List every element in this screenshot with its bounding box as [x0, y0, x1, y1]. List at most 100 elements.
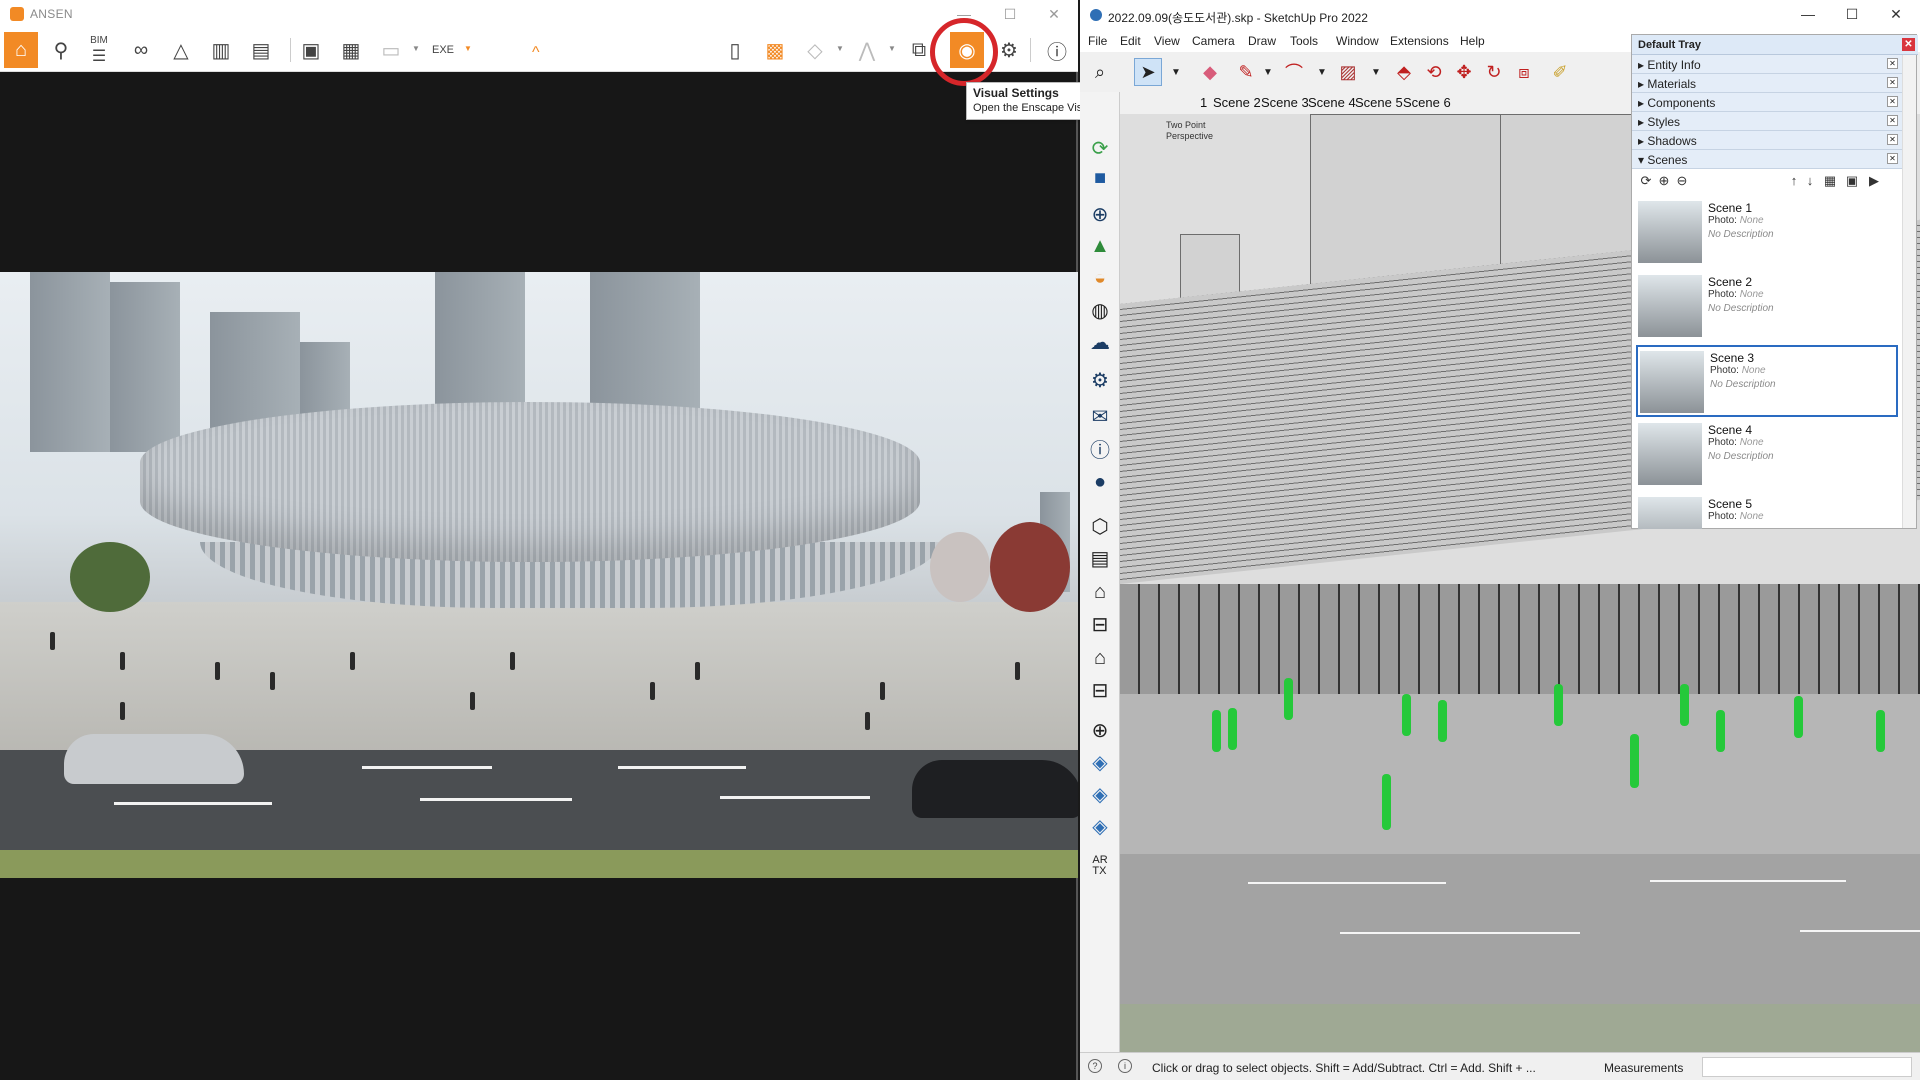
scene-list-item[interactable]: Scene 5 Photo: None [1636, 493, 1898, 529]
exe-export-button[interactable]: EXE [426, 32, 460, 68]
close-icon[interactable]: ✕ [1034, 4, 1074, 24]
menu-edit[interactable]: Edit [1120, 34, 1141, 48]
tray-section-styles[interactable]: ▸ Styles ✕ [1632, 112, 1902, 131]
sandbox-icon[interactable]: ◈ [1086, 812, 1114, 840]
scene-list-item[interactable]: Scene 1 Photo: None No Description [1636, 197, 1898, 269]
arc-icon[interactable]: ⌒ [1280, 58, 1308, 86]
menu-file[interactable]: File [1088, 34, 1107, 48]
settings-gear-icon[interactable]: ⚙ [1086, 366, 1114, 394]
details-icon[interactable]: ▣ [1844, 173, 1860, 189]
scale-icon[interactable]: ⧈ [1510, 58, 1538, 86]
back-view-icon[interactable]: ⌂ [1086, 644, 1114, 672]
map-icon[interactable]: ▯ [718, 32, 752, 68]
chevron-down-icon[interactable]: ▼ [836, 44, 844, 53]
select-arrow-icon[interactable]: ➤ [1134, 58, 1162, 86]
rectangle-icon[interactable]: ▨ [1334, 58, 1362, 86]
menu-tools[interactable]: Tools [1290, 34, 1318, 48]
close-icon[interactable]: ✕ [1876, 4, 1916, 24]
video-camera-icon[interactable]: ■ [1086, 164, 1114, 192]
maximize-icon[interactable]: ☐ [1832, 4, 1872, 24]
iso-view-icon[interactable]: ⬡ [1086, 512, 1114, 540]
tray-section-scenes[interactable]: ▾ Scenes ✕ [1632, 150, 1902, 169]
tray-section-materials[interactable]: ▸ Materials ✕ [1632, 74, 1902, 93]
sandbox-icon[interactable]: ◈ [1086, 748, 1114, 776]
refresh-icon[interactable]: ⟳ [1086, 134, 1114, 162]
user-icon[interactable]: ● [1086, 468, 1114, 496]
view-options-icon[interactable]: ▦ [1822, 173, 1838, 189]
add-scene-icon[interactable]: ⊕ [1656, 173, 1672, 189]
tree-icon[interactable]: ▲ [1086, 232, 1114, 260]
close-icon[interactable]: ✕ [1887, 134, 1898, 145]
add-icon[interactable]: ⊕ [1086, 200, 1114, 228]
chevron-down-icon[interactable]: ▼ [1162, 58, 1190, 86]
menu-view[interactable]: View [1154, 34, 1180, 48]
tape-measure-icon[interactable]: ✐ [1546, 58, 1574, 86]
close-icon[interactable]: ✕ [1887, 77, 1898, 88]
help-icon[interactable]: ⓘ [1040, 32, 1074, 68]
asset-library-icon[interactable]: △ [164, 32, 198, 68]
tray-scrollbar[interactable] [1902, 55, 1916, 528]
menu-draw[interactable]: Draw [1248, 34, 1276, 48]
material-editor-icon[interactable]: ▩ [758, 32, 792, 68]
collapse-toolbar-icon[interactable]: ^ [532, 44, 540, 62]
tab-scene-3[interactable]: Scene 3 [1261, 95, 1309, 110]
binoculars-icon[interactable]: ∞ [124, 32, 158, 68]
remove-scene-icon[interactable]: ⊖ [1674, 173, 1690, 189]
batch-render-icon[interactable]: ▦ [334, 32, 368, 68]
screenshot-icon[interactable]: ▣ [294, 32, 328, 68]
sandbox-icon[interactable]: ◈ [1086, 780, 1114, 808]
panorama-icon[interactable]: ▭ [374, 32, 408, 68]
close-icon[interactable]: ✕ [1902, 38, 1915, 51]
measurements-input[interactable] [1702, 1057, 1912, 1077]
tray-section-shadows[interactable]: ▸ Shadows ✕ [1632, 131, 1902, 150]
chevron-down-icon[interactable]: ▼ [1362, 58, 1390, 86]
tab-scene-1[interactable]: 1 [1200, 95, 1207, 110]
front-view-icon[interactable]: ⌂ [1086, 578, 1114, 606]
scene-list-item-selected[interactable]: Scene 3 Photo: None No Description [1636, 345, 1898, 417]
checker-sphere-icon[interactable]: ◍ [1086, 296, 1114, 324]
minimize-icon[interactable]: — [1788, 4, 1828, 24]
rotate-icon[interactable]: ↻ [1480, 58, 1508, 86]
maximize-icon[interactable]: ☐ [990, 4, 1030, 24]
close-icon[interactable]: ✕ [1887, 153, 1898, 164]
tray-section-components[interactable]: ▸ Components ✕ [1632, 93, 1902, 112]
close-icon[interactable]: ✕ [1887, 96, 1898, 107]
move-scene-down-icon[interactable]: ↓ [1802, 173, 1818, 189]
right-view-icon[interactable]: ⊟ [1086, 610, 1114, 638]
bim-button[interactable]: BIM ☰ [82, 32, 116, 68]
info-icon[interactable]: i [1118, 1059, 1132, 1073]
enscape-render-view[interactable] [0, 272, 1078, 878]
menu-window[interactable]: Window [1336, 34, 1379, 48]
menu-help[interactable]: Help [1460, 34, 1485, 48]
close-icon[interactable]: ✕ [1887, 115, 1898, 126]
chevron-down-icon[interactable]: ▼ [464, 44, 472, 53]
geo-location-icon[interactable]: ? [1088, 1059, 1102, 1073]
orbit-icon[interactable]: ⊕ [1086, 716, 1114, 744]
mail-icon[interactable]: ✉ [1086, 402, 1114, 430]
chevron-down-icon[interactable]: ▼ [1308, 58, 1336, 86]
home-icon[interactable]: ⌂ [4, 32, 38, 68]
buildings-icon[interactable]: ▥ [204, 32, 238, 68]
left-view-icon[interactable]: ⊟ [1086, 676, 1114, 704]
tab-scene-4[interactable]: Scene 4 [1308, 95, 1356, 110]
cloud-upload-icon[interactable]: ☁ [1086, 328, 1114, 356]
top-view-icon[interactable]: ▤ [1086, 544, 1114, 572]
info-icon[interactable]: ⓘ [1086, 434, 1114, 462]
tab-scene-5[interactable]: Scene 5 [1355, 95, 1403, 110]
scene-list-item[interactable]: Scene 4 Photo: None No Description [1636, 419, 1898, 491]
move-scene-up-icon[interactable]: ↑ [1786, 173, 1802, 189]
chevron-down-icon[interactable]: ▼ [1254, 58, 1282, 86]
tray-section-entity-info[interactable]: ▸ Entity Info ✕ [1632, 55, 1902, 74]
views-icon[interactable]: ⋀ [850, 32, 884, 68]
eraser-icon[interactable]: ◆ [1196, 58, 1224, 86]
sun-icon[interactable]: ◒ [1086, 264, 1114, 292]
show-details-icon[interactable]: ▶ [1866, 173, 1882, 189]
tab-scene-2[interactable]: Scene 2 [1213, 95, 1261, 110]
section-icon[interactable]: ◇ [798, 32, 832, 68]
ar-text-icon[interactable]: AR TX [1086, 852, 1114, 880]
move-icon[interactable]: ✥ [1450, 58, 1478, 86]
chevron-down-icon[interactable]: ▼ [412, 44, 420, 53]
clapper-icon[interactable]: ▤ [244, 32, 278, 68]
location-pin-icon[interactable]: ⚲ [44, 32, 78, 68]
push-pull-icon[interactable]: ⬘ [1390, 58, 1418, 86]
